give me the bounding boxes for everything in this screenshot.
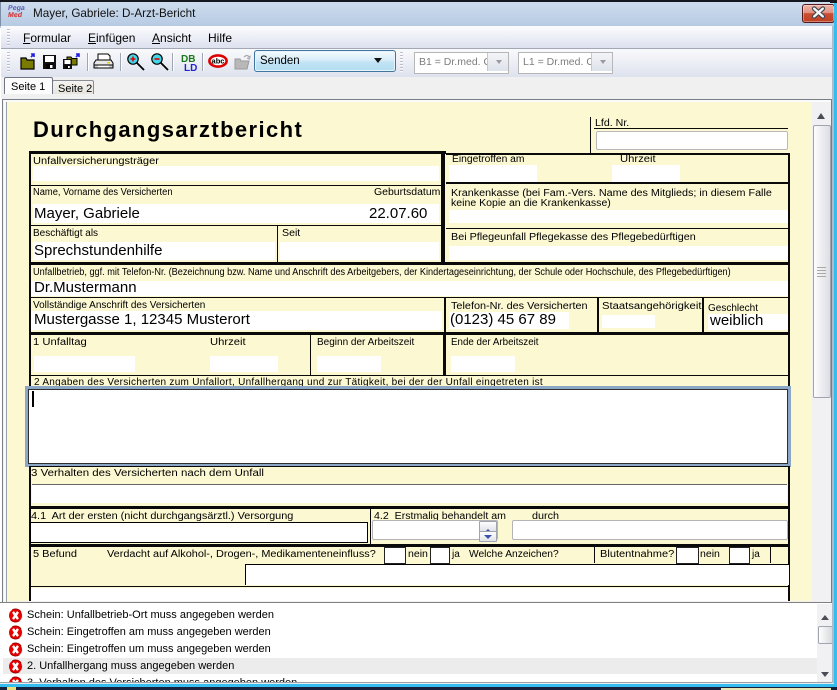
svg-text:abc: abc (212, 57, 225, 66)
svg-text:LD: LD (184, 63, 197, 74)
